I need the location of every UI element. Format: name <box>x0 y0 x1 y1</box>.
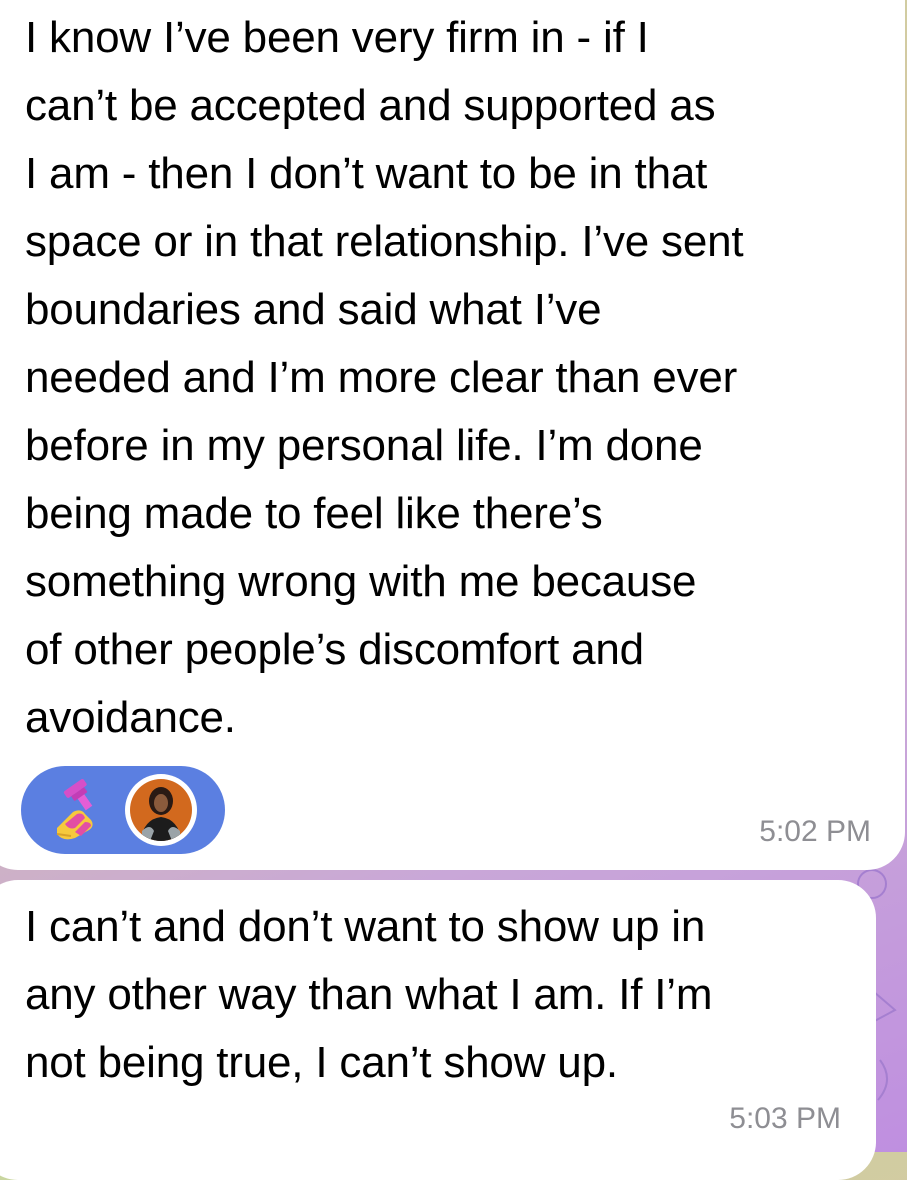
profile-photo <box>130 779 192 841</box>
message-timestamp-2: 5:03 PM <box>729 1102 841 1135</box>
message-text-1: I know I’ve been very firm in - if I can… <box>25 13 744 742</box>
message-text-2: I can’t and don’t want to show up in any… <box>25 902 713 1087</box>
avatar[interactable] <box>125 774 197 846</box>
reaction-badge[interactable] <box>21 766 225 854</box>
nail-polish-icon <box>56 779 93 840</box>
message-timestamp-1: 5:02 PM <box>759 815 871 848</box>
